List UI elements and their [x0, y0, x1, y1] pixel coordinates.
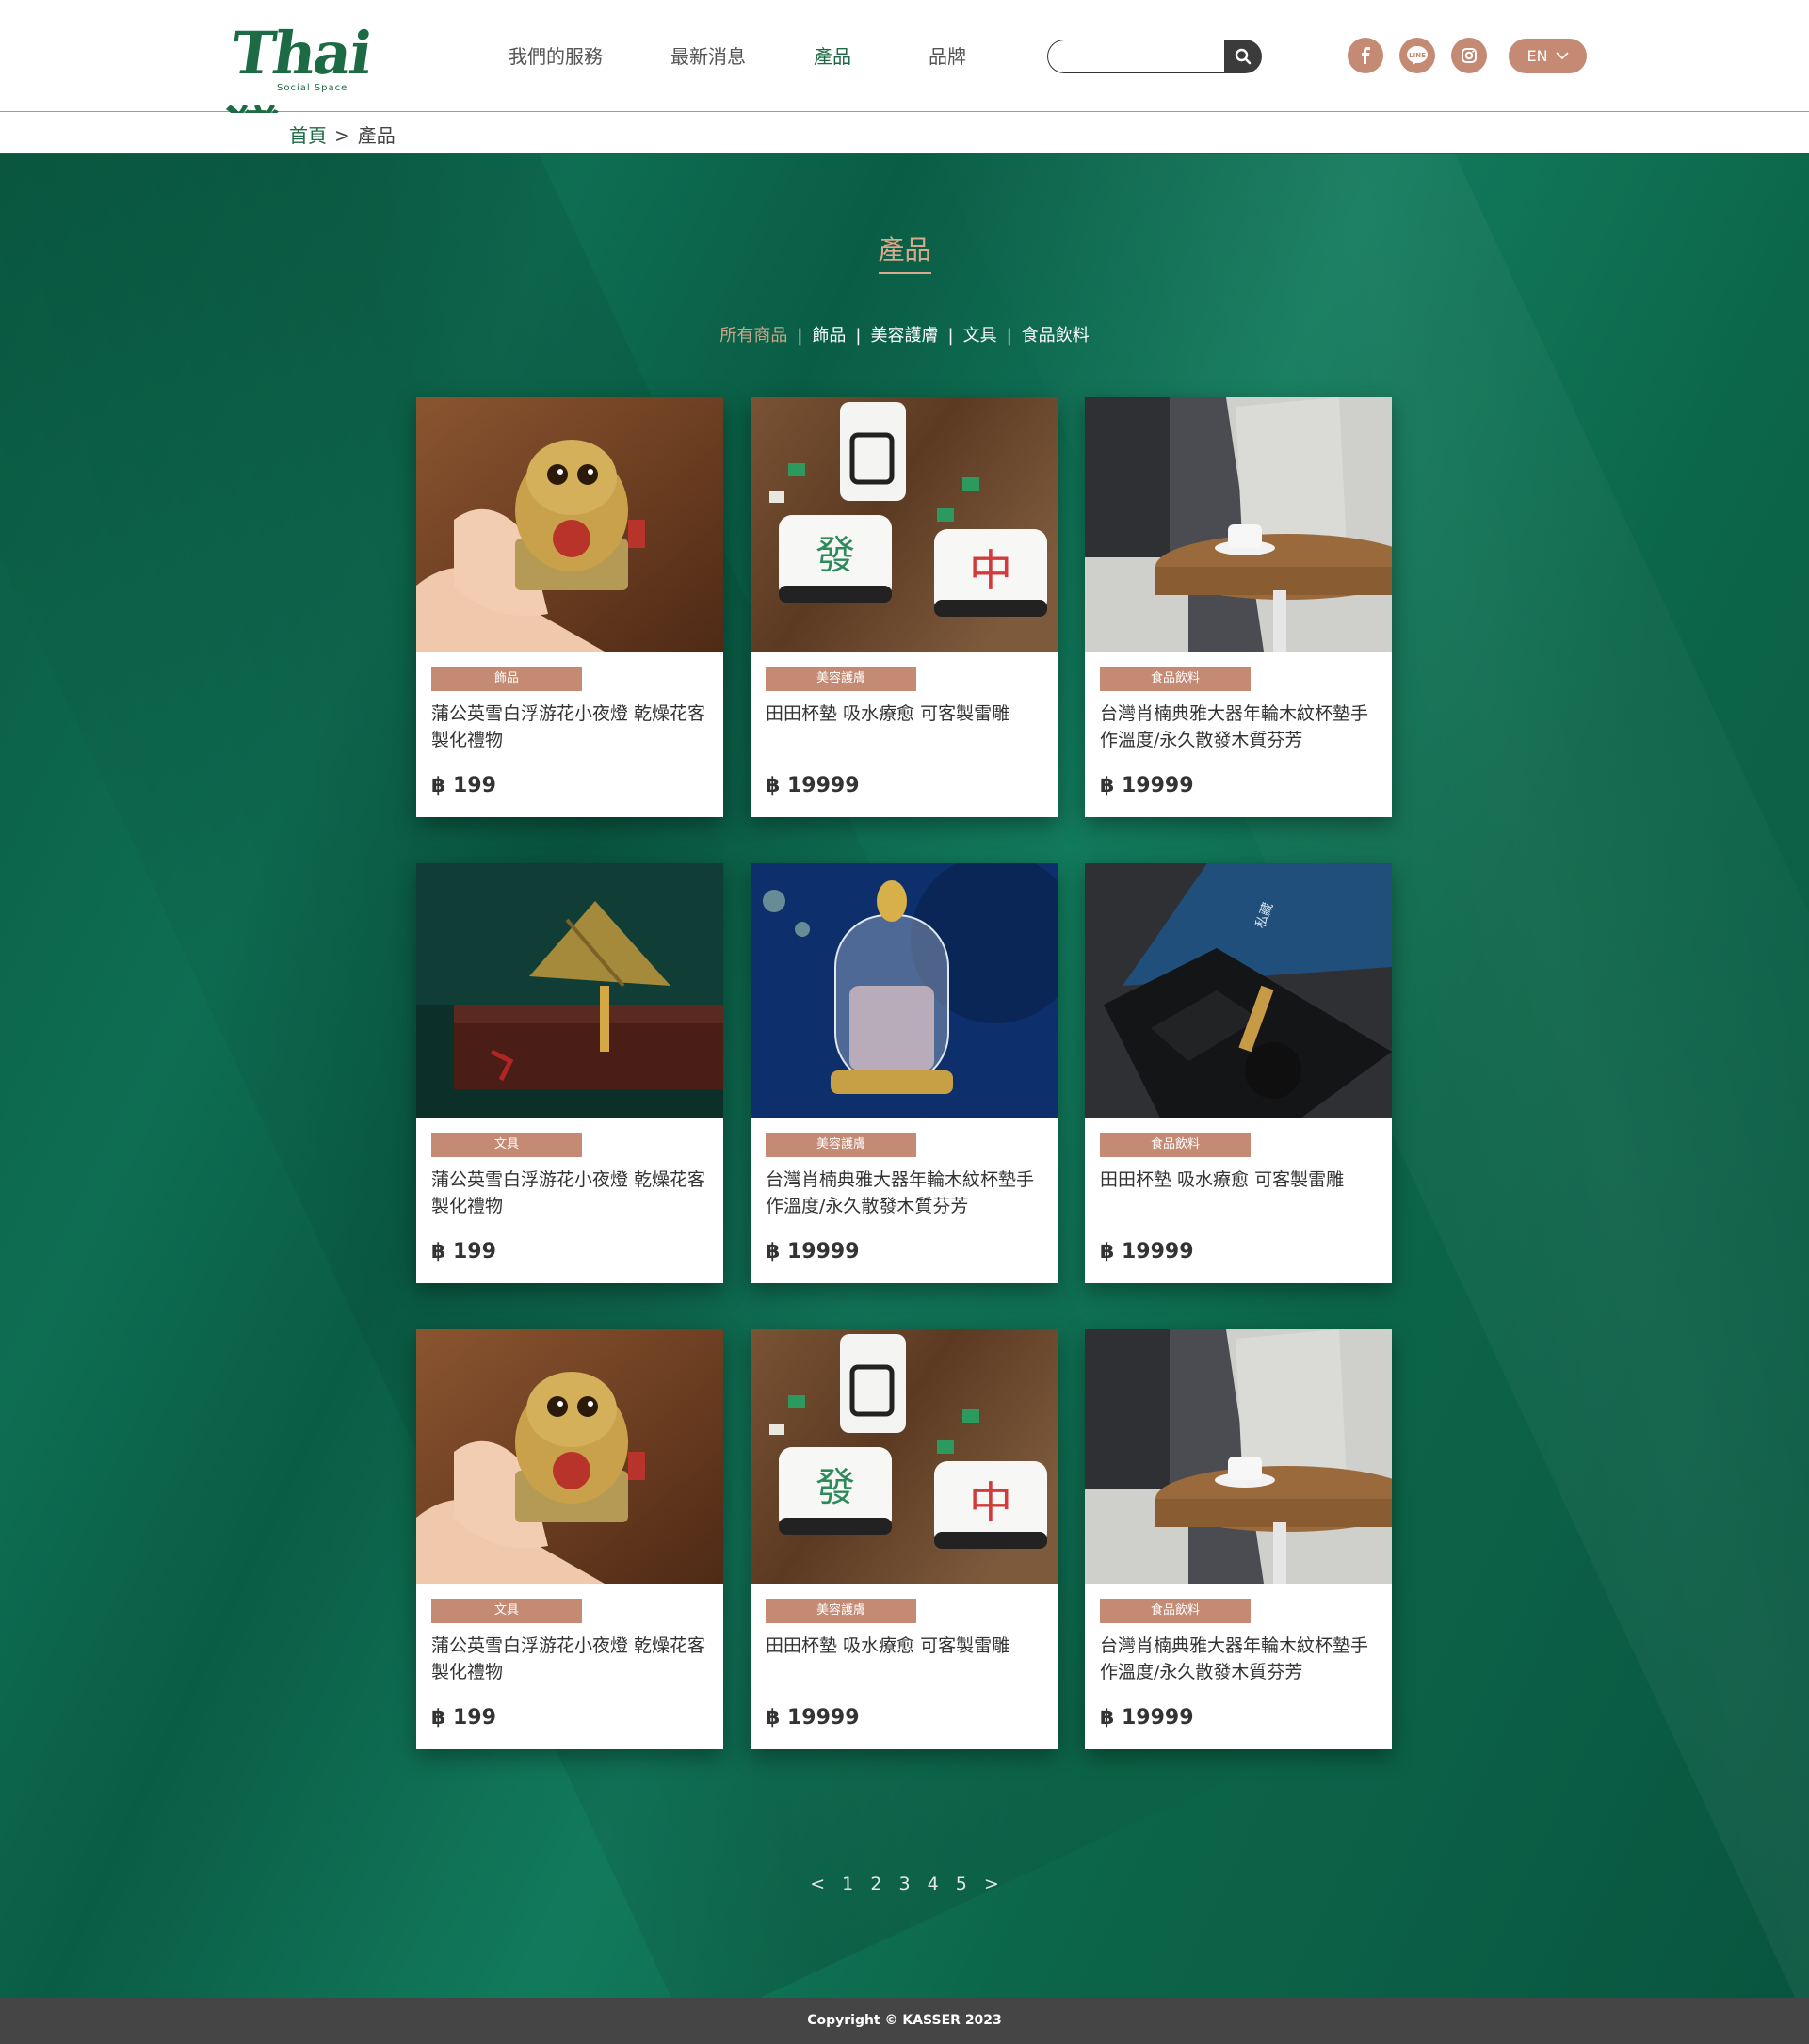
product-image[interactable]	[416, 1329, 723, 1584]
category-filters: 所有商品 | 飾品 | 美容護膚 | 文具 | 食品飲料	[0, 322, 1809, 346]
product-category-tag: 食品飲料	[1100, 1599, 1251, 1623]
product-title[interactable]: 田田杯墊 吸水療愈 可客製雷雕	[766, 1633, 1048, 1659]
product-card[interactable]: 食品飲料台灣肖楠典雅大器年輪木紋杯墊手作溫度/永久散發木質芬芳 ฿ 19999	[1085, 1329, 1392, 1749]
filter-separator: |	[855, 326, 862, 346]
instagram-link[interactable]	[1451, 38, 1487, 73]
product-category-tag: 食品飲料	[1100, 667, 1251, 691]
product-title[interactable]: 田田杯墊 吸水療愈 可客製雷雕	[1100, 1167, 1382, 1193]
svg-text:發: 發	[816, 532, 855, 578]
product-price: ฿ 199	[431, 774, 496, 797]
filter-separator: |	[947, 326, 954, 346]
site-footer: Copyright © KASSER 2023	[0, 1998, 1809, 2044]
chevron-down-icon	[1555, 52, 1569, 60]
product-image[interactable]: 私藏	[1085, 863, 1392, 1118]
product-category-tag: 美容護膚	[766, 667, 916, 691]
language-selector[interactable]: EN	[1509, 39, 1587, 73]
product-card[interactable]: 私藏食品飲料田田杯墊 吸水療愈 可客製雷雕 ฿ 19999	[1085, 863, 1392, 1283]
product-card[interactable]: 美容護膚台灣肖楠典雅大器年輪木紋杯墊手作溫度/永久散發木質芬芳 ฿ 19999	[751, 863, 1058, 1283]
product-price: ฿ 19999	[766, 774, 860, 797]
logo-subtitle: Social Space	[277, 83, 348, 93]
product-category-tag: 食品飲料	[1100, 1133, 1251, 1157]
product-price: ฿ 19999	[1100, 774, 1194, 797]
search-box	[1047, 40, 1262, 73]
product-title[interactable]: 台灣肖楠典雅大器年輪木紋杯墊手作溫度/永久散發木質芬芳	[766, 1167, 1048, 1219]
nav-item-brands[interactable]: 品牌	[929, 41, 966, 69]
breadcrumb-home[interactable]: 首頁	[289, 124, 327, 147]
product-image[interactable]: 發中	[751, 397, 1058, 652]
nav-item-news[interactable]: 最新消息	[670, 41, 746, 69]
product-price: ฿ 19999	[1100, 1706, 1194, 1730]
product-card[interactable]: 發中美容護膚 田田杯墊 吸水療愈 可客製雷雕฿ 19999	[751, 1329, 1058, 1749]
products-section: 產品 所有商品 | 飾品 | 美容護膚 | 文具 | 食品飲料 飾品蒲公英雪白浮游花小夜燈 乾燥…	[0, 154, 1809, 1998]
page-title: 產品	[878, 234, 931, 266]
product-card[interactable]: 飾品蒲公英雪白浮游花小夜燈 乾燥花客製化禮物 ฿ 199	[416, 397, 723, 817]
product-price: ฿ 19999	[766, 1240, 860, 1263]
facebook-link[interactable]	[1348, 38, 1383, 73]
brand-logo[interactable]: Thai灣 Social Space	[216, 13, 392, 169]
product-image[interactable]	[751, 863, 1058, 1118]
product-category-tag: 文具	[431, 1133, 582, 1157]
svg-text:LINE: LINE	[1409, 52, 1426, 59]
breadcrumb: 首頁 > 產品	[289, 121, 396, 148]
search-input[interactable]	[1047, 40, 1232, 73]
product-title[interactable]: 台灣肖楠典雅大器年輪木紋杯墊手作溫度/永久散發木質芬芳	[1100, 700, 1382, 753]
filter-all[interactable]: 所有商品	[719, 326, 787, 346]
page-3-button[interactable]: 3	[898, 1874, 910, 1894]
copyright-text: Copyright © KASSER 2023	[807, 2013, 1002, 2028]
product-title[interactable]: 田田杯墊 吸水療愈 可客製雷雕	[766, 700, 1048, 727]
filter-stationery[interactable]: 文具	[963, 326, 997, 346]
product-card[interactable]: 文具蒲公英雪白浮游花小夜燈 乾燥花客製化禮物 ฿ 199	[416, 1329, 723, 1749]
svg-text:中: 中	[969, 1477, 1012, 1528]
product-category-tag: 飾品	[431, 667, 582, 691]
product-grid: 飾品 蒲公英雪白浮游花小夜燈 乾燥花客製化禮物฿ 199 發中美容護膚 田田杯墊 吸水…	[416, 397, 1392, 1762]
product-card[interactable]: 食品飲料台灣肖楠典雅大器年輪木紋杯墊手作溫度/永久散發木質芬芳 ฿ 19999	[1085, 397, 1392, 817]
product-category-tag: 美容護膚	[766, 1133, 916, 1157]
filter-food-drink[interactable]: 食品飲料	[1022, 326, 1090, 346]
filter-separator: |	[797, 326, 803, 346]
product-title[interactable]: 蒲公英雪白浮游花小夜燈 乾燥花客製化禮物	[431, 1167, 714, 1219]
product-price: ฿ 199	[431, 1240, 496, 1263]
facebook-icon	[1362, 47, 1370, 64]
nav-item-services[interactable]: 我們的服務	[509, 41, 603, 69]
product-image[interactable]	[1085, 397, 1392, 652]
filter-accessories[interactable]: 飾品	[812, 326, 846, 346]
product-category-tag: 美容護膚	[766, 1599, 916, 1623]
page-1-button[interactable]: 1	[842, 1874, 853, 1894]
product-price: ฿ 199	[431, 1706, 496, 1730]
svg-text:發: 發	[816, 1464, 855, 1510]
search-icon	[1235, 48, 1252, 65]
pagination: < 1 2 3 4 5 >	[0, 1874, 1809, 1894]
product-image[interactable]	[1085, 1329, 1392, 1584]
breadcrumb-current: 產品	[357, 124, 396, 147]
product-title[interactable]: 台灣肖楠典雅大器年輪木紋杯墊手作溫度/永久散發木質芬芳	[1100, 1633, 1382, 1685]
product-price: ฿ 19999	[1100, 1240, 1194, 1263]
product-card[interactable]: 發中美容護膚 田田杯墊 吸水療愈 可客製雷雕฿ 19999	[751, 397, 1058, 817]
filter-separator: |	[1006, 326, 1012, 346]
language-label: EN	[1526, 47, 1548, 65]
product-title[interactable]: 蒲公英雪白浮游花小夜燈 乾燥花客製化禮物	[431, 1633, 714, 1685]
page-5-button[interactable]: 5	[956, 1874, 967, 1894]
line-icon: LINE	[1407, 46, 1428, 65]
next-page-button[interactable]: >	[984, 1874, 999, 1894]
breadcrumb-bar: 首頁 > 產品	[0, 113, 1809, 154]
product-image[interactable]	[416, 397, 723, 652]
svg-text:中: 中	[969, 545, 1012, 596]
product-image[interactable]: 發中	[751, 1329, 1058, 1584]
product-card[interactable]: 文具蒲公英雪白浮游花小夜燈 乾燥花客製化禮物 ฿ 199	[416, 863, 723, 1283]
nav-item-products[interactable]: 產品	[814, 41, 851, 69]
breadcrumb-separator: >	[334, 124, 350, 147]
product-category-tag: 文具	[431, 1599, 582, 1623]
line-link[interactable]: LINE	[1399, 38, 1435, 73]
instagram-icon	[1462, 48, 1477, 63]
site-header: Thai灣 Social Space 我們的服務 最新消息 產品 品牌 LINE	[0, 0, 1809, 169]
product-image[interactable]	[416, 863, 723, 1118]
page-2-button[interactable]: 2	[870, 1874, 881, 1894]
filter-beauty[interactable]: 美容護膚	[871, 326, 939, 346]
product-title[interactable]: 蒲公英雪白浮游花小夜燈 乾燥花客製化禮物	[431, 700, 714, 753]
product-price: ฿ 19999	[766, 1706, 860, 1730]
search-button[interactable]	[1224, 40, 1262, 73]
prev-page-button[interactable]: <	[810, 1874, 825, 1894]
page-4-button[interactable]: 4	[928, 1874, 939, 1894]
title-underline	[879, 272, 931, 274]
